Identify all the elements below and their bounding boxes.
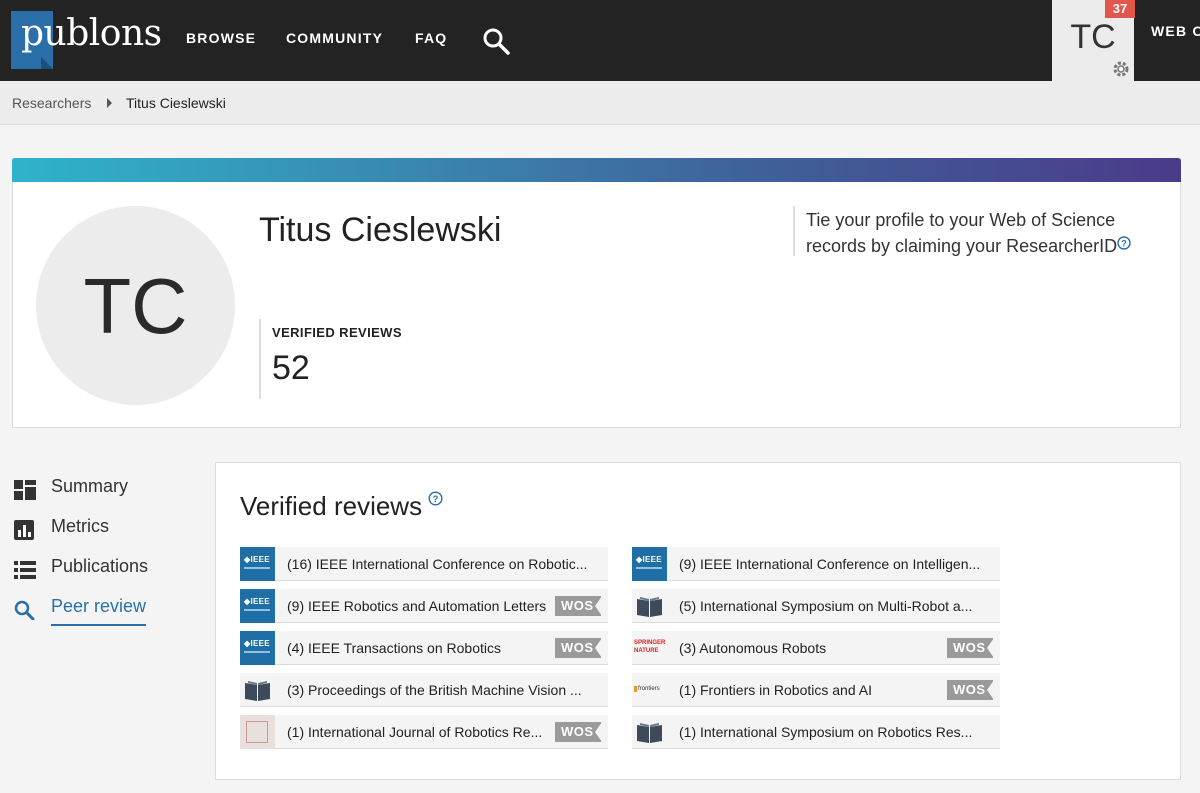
profile-card: TC Titus Cieslewski VERIFIED REVIEWS 52 … xyxy=(12,158,1181,428)
nav-browse-link[interactable]: BROWSE xyxy=(186,30,256,46)
researcher-name: Titus Cieslewski xyxy=(259,211,502,249)
profile-header-gradient xyxy=(12,158,1181,182)
review-item[interactable]: ◆IEEE (9) IEEE Robotics and Automation L… xyxy=(240,589,608,623)
frontiers-logo-text: frontiers xyxy=(638,686,660,692)
ieee-logo-text: ◆IEEE xyxy=(636,555,662,564)
gear-icon[interactable] xyxy=(1110,58,1132,80)
breadcrumb-current: Titus Cieslewski xyxy=(126,95,226,111)
review-item[interactable]: (1) International Symposium on Robotics … xyxy=(632,715,1000,749)
logo-fold xyxy=(41,57,53,69)
book-icon xyxy=(637,723,662,743)
verified-reviews-panel: Verified reviews ? ◆IEEE (16) IEEE Inter… xyxy=(215,462,1181,780)
springer-logo-text: SPRINGER NATURE xyxy=(634,639,665,655)
breadcrumb: Researchers Titus Cieslewski xyxy=(0,81,1200,125)
avatar-initials: TC xyxy=(83,262,188,350)
wos-badge: WOS xyxy=(555,596,602,616)
review-item[interactable]: SPRINGER NATURE (3) Autonomous Robots WOS xyxy=(632,631,1000,665)
help-icon[interactable]: ? xyxy=(1117,236,1131,250)
wos-badge: WOS xyxy=(555,638,602,658)
sidebar-item-label: Peer review xyxy=(51,596,147,616)
nav-faq-link[interactable]: FAQ xyxy=(415,30,447,46)
review-label: (3) Proceedings of the British Machine V… xyxy=(287,682,582,698)
review-item[interactable]: frontiers (1) Frontiers in Robotics and … xyxy=(632,673,1000,707)
claim-researcherid-prompt[interactable]: Tie your profile to your Web of Science … xyxy=(806,207,1146,259)
springer-logo-top: SPRINGER xyxy=(634,640,666,646)
wos-badge: WOS xyxy=(555,722,602,742)
review-item[interactable]: (5) International Symposium on Multi-Rob… xyxy=(632,589,1000,623)
svg-text:?: ? xyxy=(433,494,439,505)
review-item[interactable]: ◆IEEE (4) IEEE Transactions on Robotics … xyxy=(240,631,608,665)
sidebar-item-label: Metrics xyxy=(51,516,109,536)
book-icon xyxy=(637,597,662,617)
verified-reviews-label: VERIFIED REVIEWS xyxy=(272,325,402,340)
breadcrumb-researchers-link[interactable]: Researchers xyxy=(12,95,91,111)
publons-logo[interactable]: publons xyxy=(11,11,162,69)
sidebar-item-label: Summary xyxy=(51,476,129,496)
review-item[interactable]: (1) International Journal of Robotics Re… xyxy=(240,715,608,749)
ieee-logo-icon: ◆IEEE xyxy=(240,589,275,623)
web-of-science-link[interactable]: WEB OF SCIENCE xyxy=(1151,22,1200,40)
ieee-logo-icon: ◆IEEE xyxy=(240,631,275,665)
claim-researcherid-text: Tie your profile to your Web of Science … xyxy=(806,210,1118,256)
tie-divider xyxy=(793,206,795,256)
springer-nature-logo-icon: SPRINGER NATURE xyxy=(632,631,667,665)
notification-badge[interactable]: 37 xyxy=(1105,0,1135,18)
active-underline xyxy=(51,624,146,626)
ieee-logo-icon: ◆IEEE xyxy=(632,547,667,581)
search-icon[interactable] xyxy=(482,27,510,55)
verified-reviews-heading: Verified reviews xyxy=(240,491,423,521)
ieee-logo-icon: ◆IEEE xyxy=(240,547,275,581)
review-label: (16) IEEE International Conference on Ro… xyxy=(287,556,587,572)
verified-reviews-count: 52 xyxy=(272,349,310,387)
review-label: (9) IEEE Robotics and Automation Letters xyxy=(287,598,547,614)
nav-community-link[interactable]: COMMUNITY xyxy=(286,30,383,46)
review-label: (1) International Journal of Robotics Re… xyxy=(287,724,543,740)
review-item[interactable]: (3) Proceedings of the British Machine V… xyxy=(240,673,608,707)
review-label: (9) IEEE International Conference on Int… xyxy=(679,556,979,572)
frontiers-logo-icon: frontiers xyxy=(632,673,667,707)
ieee-logo-text: ◆IEEE xyxy=(244,555,270,564)
publications-icon xyxy=(14,561,36,579)
wos-badge: WOS xyxy=(947,638,994,658)
user-avatar-initials: TC xyxy=(1070,18,1116,56)
metrics-icon xyxy=(14,520,34,540)
logo-text: publons xyxy=(21,13,162,54)
breadcrumb-arrow-icon xyxy=(107,98,112,108)
wos-badge: WOS xyxy=(947,680,994,700)
review-label: (3) Autonomous Robots xyxy=(679,640,827,656)
summary-icon xyxy=(14,480,36,500)
review-item[interactable]: ◆IEEE (16) IEEE International Conference… xyxy=(240,547,608,581)
ieee-logo-text: ◆IEEE xyxy=(244,597,270,606)
review-label: (1) Frontiers in Robotics and AI xyxy=(679,682,872,698)
stat-divider xyxy=(259,319,261,399)
review-label: (4) IEEE Transactions on Robotics xyxy=(287,640,501,656)
review-item[interactable]: ◆IEEE (9) IEEE International Conference … xyxy=(632,547,1000,581)
top-navigation-bar: publons BROWSE COMMUNITY FAQ TC 37 WEB O… xyxy=(0,0,1200,81)
avatar: TC xyxy=(36,206,235,405)
journal-cover-icon xyxy=(240,715,275,749)
svg-text:?: ? xyxy=(1121,239,1127,249)
search-icon xyxy=(14,600,35,620)
sidebar-item-label: Publications xyxy=(51,556,149,576)
springer-logo-bottom: NATURE xyxy=(634,648,659,654)
book-icon xyxy=(245,681,270,701)
review-label: (5) International Symposium on Multi-Rob… xyxy=(679,598,973,614)
review-label: (1) International Symposium on Robotics … xyxy=(679,724,973,740)
help-icon[interactable]: ? xyxy=(428,491,443,506)
ieee-logo-text: ◆IEEE xyxy=(244,639,270,648)
